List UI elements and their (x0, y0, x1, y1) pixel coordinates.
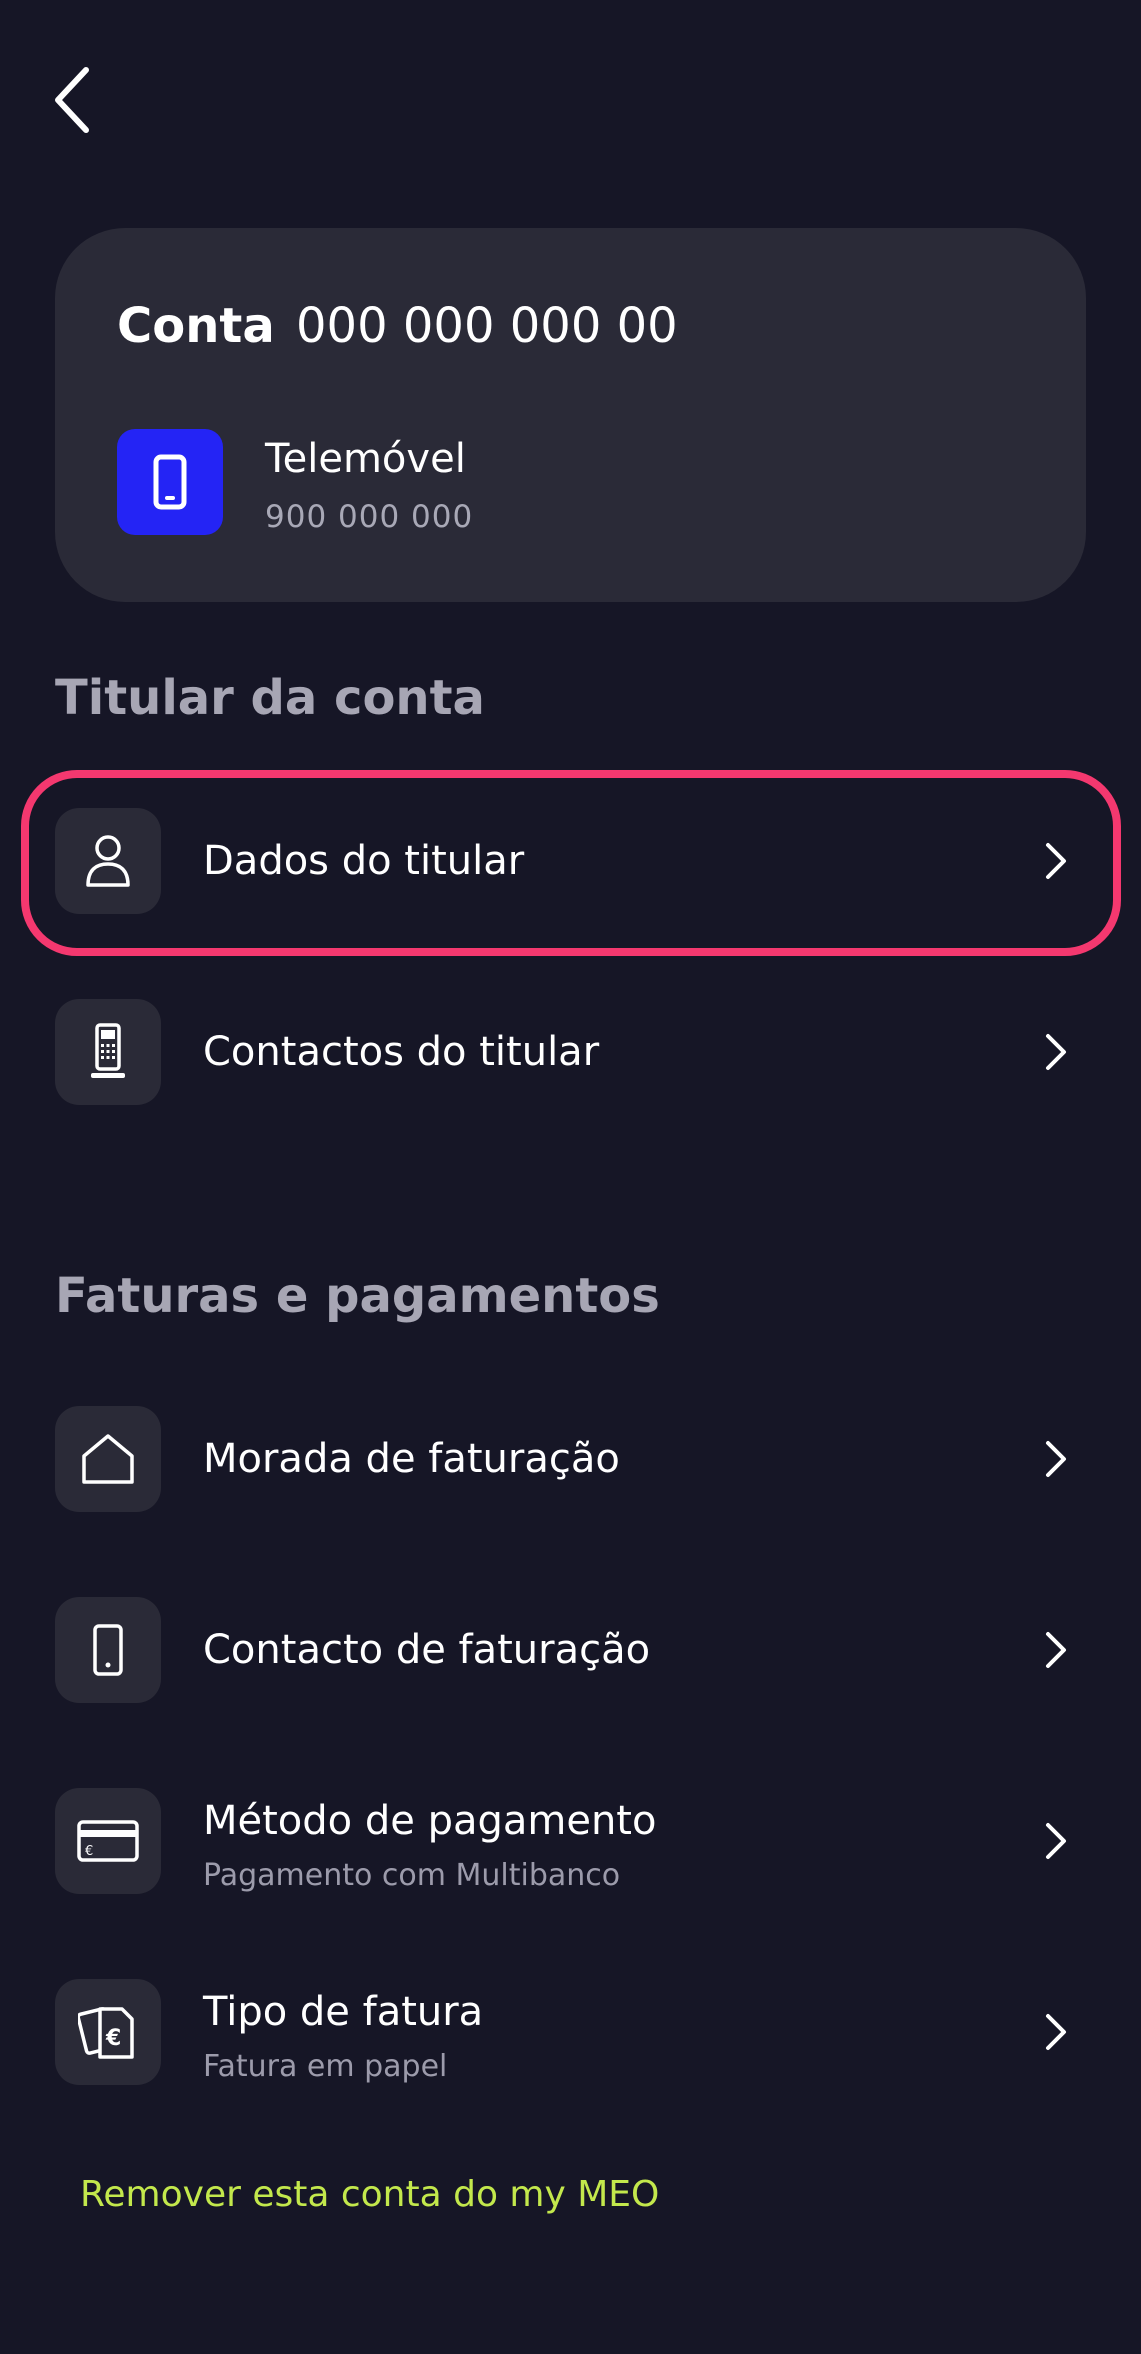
account-title: Conta 000 000 000 00 (117, 296, 678, 356)
billing-contact-row[interactable]: Contacto de faturação (55, 1597, 1086, 1703)
section-title-billing: Faturas e pagamentos (55, 1268, 660, 1324)
chevron-right-icon (1034, 1437, 1078, 1481)
holder-contacts-row[interactable]: Contactos do titular (55, 999, 1086, 1105)
invoice-type-value: Fatura em papel (203, 2049, 448, 2084)
payment-method-row[interactable]: € Método de pagamento Pagamento com Mult… (55, 1788, 1086, 1894)
house-icon (55, 1406, 161, 1512)
remove-account-link[interactable]: Remover esta conta do my MEO (80, 2172, 659, 2218)
account-title-label: Conta (117, 298, 275, 354)
chevron-left-icon (55, 67, 89, 133)
holder-data-label: Dados do titular (203, 838, 525, 884)
holder-data-row[interactable]: Dados do titular (55, 808, 1086, 914)
invoice-euro-icon: € (55, 1979, 161, 2085)
account-details-screen: Conta 000 000 000 00 Telemóvel 900 000 0… (0, 0, 1141, 2354)
payment-method-label: Método de pagamento (203, 1798, 657, 1844)
account-number: 000 000 000 00 (295, 298, 678, 354)
mobile-phone-icon (55, 1597, 161, 1703)
chevron-right-icon (1034, 2010, 1078, 2054)
svg-text:€: € (85, 1844, 93, 1859)
invoice-type-row[interactable]: € Tipo de fatura Fatura em papel (55, 1979, 1086, 2085)
billing-address-label: Morada de faturação (203, 1436, 620, 1482)
back-button[interactable] (52, 60, 124, 140)
billing-contact-label: Contacto de faturação (203, 1627, 651, 1673)
invoice-type-label: Tipo de fatura (203, 1989, 484, 2035)
mobile-phone-icon (117, 429, 223, 535)
chevron-right-icon (1034, 1030, 1078, 1074)
service-number: 900 000 000 (265, 499, 474, 535)
holder-contacts-label: Contactos do titular (203, 1029, 600, 1075)
credit-card-icon: € (55, 1788, 161, 1894)
billing-address-row[interactable]: Morada de faturação (55, 1406, 1086, 1512)
svg-text:€: € (105, 2026, 121, 2051)
user-icon (55, 808, 161, 914)
payment-method-value: Pagamento com Multibanco (203, 1858, 621, 1893)
chevron-right-icon (1034, 1628, 1078, 1672)
chevron-right-icon (1034, 839, 1078, 883)
service-name: Telemóvel (265, 436, 466, 482)
section-title-holder: Titular da conta (55, 670, 485, 726)
chevron-right-icon (1034, 1819, 1078, 1863)
account-card: Conta 000 000 000 00 Telemóvel 900 000 0… (55, 228, 1086, 602)
desk-phone-icon (55, 999, 161, 1105)
